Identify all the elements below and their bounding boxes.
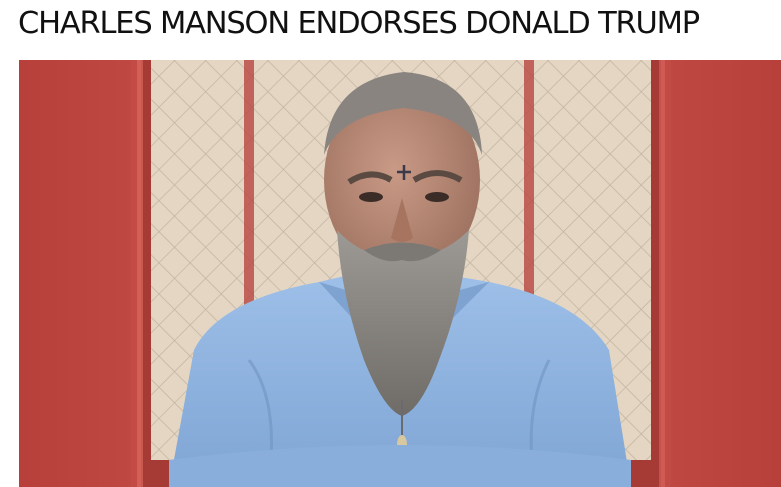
article-photo: [19, 60, 781, 487]
headline: CHARLES MANSON ENDORSES DONALD TRUMP: [18, 6, 700, 41]
